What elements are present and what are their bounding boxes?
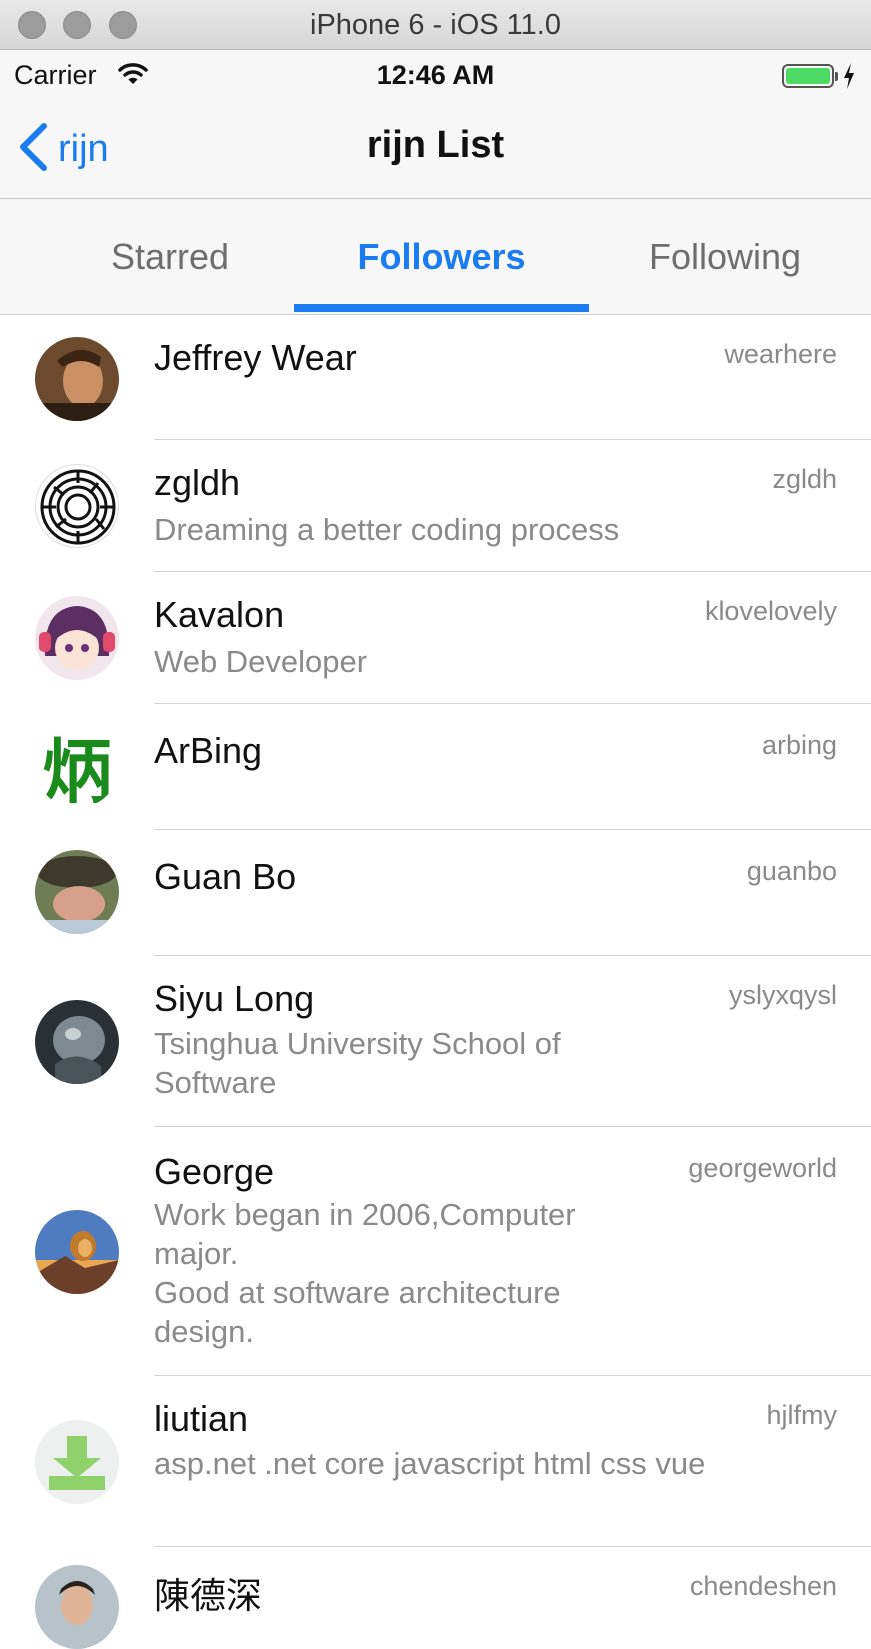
battery-cap (835, 72, 838, 81)
maze-avatar-icon (35, 464, 119, 548)
navigation-bar: rijn rijn List (0, 100, 871, 199)
page-title: rijn List (366, 124, 505, 166)
list-item[interactable]: Guan Bo guanbo (0, 830, 871, 956)
user-name: zgldh (154, 462, 241, 503)
user-name: Kavalon (154, 594, 285, 635)
user-name: Jeffrey Wear (154, 337, 357, 378)
user-name: Siyu Long (154, 978, 315, 1019)
status-time: 12:46 AM (376, 60, 495, 90)
list-item[interactable]: liutian asp.net .net core javascript htm… (0, 1376, 871, 1547)
user-login: hjlfmy (766, 1400, 837, 1430)
user-name: liutian (154, 1398, 249, 1439)
list-item[interactable]: Siyu Long Tsinghua University School of … (0, 956, 871, 1127)
lion-avatar-icon (35, 1210, 119, 1294)
user-name: Guan Bo (154, 856, 297, 897)
window-title: iPhone 6 - iOS 11.0 (310, 9, 561, 41)
simulator-title-bar: iPhone 6 - iOS 11.0 (0, 0, 871, 50)
user-login: wearhere (724, 339, 837, 369)
anime-avatar-icon (35, 596, 119, 680)
active-tab-indicator (294, 304, 589, 312)
photo-avatar-icon (35, 337, 119, 421)
status-bar: Carrier 12:46 AM (0, 50, 871, 100)
list-item[interactable]: Kavalon Web Developer klovelovely (0, 572, 871, 704)
user-bio: Dreaming a better coding process (154, 512, 620, 547)
segment-tabs: Starred Followers Following (0, 199, 871, 315)
tab-following[interactable]: Following (590, 199, 860, 315)
list-item[interactable]: 炳 ArBing arbing (0, 704, 871, 830)
user-name: 陳德深 (154, 1576, 263, 1617)
photo-avatar-icon (35, 1565, 119, 1649)
user-login: chendeshen (689, 1571, 837, 1601)
user-bio: Work began in 2006,Computer major. Good … (154, 1197, 576, 1349)
list-item[interactable]: zgldh Dreaming a better coding process z… (0, 440, 871, 572)
photo-avatar-icon (35, 850, 119, 934)
user-name: ArBing (154, 730, 263, 771)
charging-bolt-icon (842, 62, 856, 95)
user-login: yslyxqysl (728, 980, 837, 1010)
user-bio: Web Developer (154, 644, 368, 679)
user-login: zgldh (772, 464, 837, 494)
list-item[interactable]: 陳德深 chendeshen (0, 1547, 871, 1649)
user-login: georgeworld (688, 1153, 837, 1183)
tab-starred[interactable]: Starred (40, 199, 300, 315)
followers-list[interactable]: Jeffrey Wear wearhere zgldh Dreaming a b… (0, 315, 871, 1649)
photo-avatar-icon (35, 1000, 119, 1084)
character-avatar-icon: 炳 (35, 724, 119, 808)
download-avatar-icon (35, 1420, 119, 1504)
battery-level (786, 68, 830, 84)
user-name: George (154, 1151, 275, 1192)
user-bio: Tsinghua University School of Software (154, 1026, 561, 1100)
user-login: arbing (761, 730, 837, 760)
tab-followers[interactable]: Followers (294, 199, 589, 315)
battery-icon (782, 64, 834, 88)
user-login: klovelovely (704, 596, 837, 626)
user-bio: asp.net .net core javascript html css vu… (154, 1446, 706, 1481)
user-login: guanbo (746, 856, 837, 886)
list-item[interactable]: George Work began in 2006,Computer major… (0, 1127, 871, 1376)
list-item[interactable]: Jeffrey Wear wearhere (0, 315, 871, 440)
